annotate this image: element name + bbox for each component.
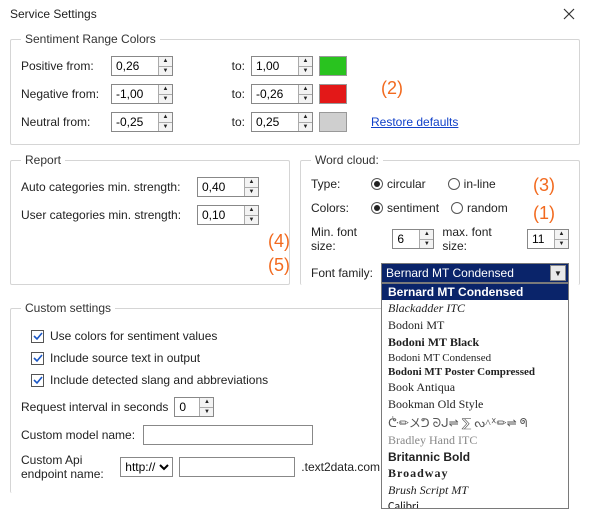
positive-from-label: Positive from: — [21, 59, 105, 73]
sentiment-group: Sentiment Range Colors Positive from: ▲▼… — [10, 32, 580, 145]
wc-type-inline-radio[interactable]: in-line — [448, 177, 496, 191]
user-cat-input[interactable]: ▲▼ — [197, 205, 259, 225]
neutral-from-label: Neutral from: — [21, 115, 105, 129]
wc-fontfamily-combo[interactable]: Bernard MT Condensed ▼ — [381, 263, 569, 283]
close-button[interactable] — [554, 4, 584, 24]
custom-legend: Custom settings — [21, 301, 115, 315]
interval-label: Request interval in seconds — [21, 400, 168, 414]
font-option[interactable]: Blackadder ITC — [382, 300, 568, 317]
font-option[interactable]: Bodoni MT Black — [382, 334, 568, 351]
wc-maxfont-label: max. font size: — [442, 225, 519, 253]
font-option[interactable]: Britannic Bold — [382, 449, 568, 465]
positive-to-input[interactable]: ▲▼ — [251, 56, 313, 76]
wordcloud-group: Word cloud: Type: circular in-line (3) C… — [300, 153, 580, 285]
neutral-from-input[interactable]: ▲▼ — [111, 112, 173, 132]
user-cat-label: User categories min. strength: — [21, 208, 191, 222]
font-option[interactable]: Brush Script MT — [382, 482, 568, 499]
wc-minfont-label: Min. font size: — [311, 225, 384, 253]
wc-minfont-input[interactable]: ▲▼ — [392, 229, 434, 249]
font-option[interactable]: Broadway — [382, 465, 568, 482]
font-option[interactable]: Bodoni MT — [382, 317, 568, 334]
api-endpoint-label: Custom Api endpoint name: — [21, 453, 114, 481]
neutral-color-swatch[interactable] — [319, 112, 347, 132]
spin-up-icon: ▲ — [159, 57, 172, 67]
font-option[interactable]: ᕩ✏〤ᕤ ᘐᒍ⇌ ⅀ ᔓ^ᕁ✏⇌ ᖗ — [382, 413, 568, 432]
api-suffix: .text2data.com — [301, 460, 380, 474]
positive-to-label: to: — [201, 59, 245, 73]
annotation-2: (2) — [381, 78, 403, 99]
chevron-down-icon: ▼ — [550, 265, 566, 281]
neutral-to-input[interactable]: ▲▼ — [251, 112, 313, 132]
font-option[interactable]: Bodoni MT Poster Compressed — [382, 365, 568, 379]
negative-to-label: to: — [201, 87, 245, 101]
wc-maxfont-input[interactable]: ▲▼ — [527, 229, 569, 249]
report-legend: Report — [21, 153, 65, 167]
font-option[interactable]: Book Antiqua — [382, 379, 568, 396]
chk-use-colors[interactable]: Use colors for sentiment values — [31, 329, 217, 343]
model-name-label: Custom model name: — [21, 428, 137, 442]
wc-type-circular-radio[interactable]: circular — [371, 177, 426, 191]
wc-colors-label: Colors: — [311, 201, 363, 215]
window-title: Service Settings — [10, 7, 97, 21]
report-group: Report Auto categories min. strength: ▲▼… — [10, 153, 290, 285]
wordcloud-legend: Word cloud: — [311, 153, 383, 167]
positive-from-input[interactable]: ▲▼ — [111, 56, 173, 76]
spin-down-icon: ▼ — [159, 67, 172, 76]
api-endpoint-input[interactable] — [179, 457, 295, 477]
font-option[interactable]: Bernard MT Condensed — [382, 284, 568, 300]
custom-group: Custom settings Use colors for sentiment… — [10, 301, 390, 493]
auto-cat-input[interactable]: ▲▼ — [197, 177, 259, 197]
wc-fontfamily-label: Font family: — [311, 266, 373, 280]
negative-to-input[interactable]: ▲▼ — [251, 84, 313, 104]
font-option[interactable]: Bookman Old Style — [382, 396, 568, 413]
font-option[interactable]: Bodoni MT Condensed — [382, 351, 568, 365]
wc-colors-sentiment-radio[interactable]: sentiment — [371, 201, 439, 215]
annotation-3: (3) — [533, 175, 555, 196]
sentiment-legend: Sentiment Range Colors — [21, 32, 160, 46]
model-name-input[interactable] — [143, 425, 313, 445]
api-protocol-select[interactable]: http:// — [120, 457, 173, 477]
neutral-to-label: to: — [201, 115, 245, 129]
wc-fontfamily-list[interactable]: Bernard MT CondensedBlackadder ITCBodoni… — [381, 283, 569, 509]
font-option[interactable]: Calibri — [382, 499, 568, 509]
chk-include-source[interactable]: Include source text in output — [31, 351, 200, 365]
interval-input[interactable]: ▲▼ — [174, 397, 214, 417]
wc-type-label: Type: — [311, 177, 363, 191]
font-option[interactable]: Bradley Hand ITC — [382, 432, 568, 449]
chk-include-slang[interactable]: Include detected slang and abbreviations — [31, 373, 268, 387]
restore-defaults-link[interactable]: Restore defaults — [371, 115, 458, 129]
wc-colors-random-radio[interactable]: random — [451, 201, 508, 215]
negative-color-swatch[interactable] — [319, 84, 347, 104]
negative-from-input[interactable]: ▲▼ — [111, 84, 173, 104]
positive-color-swatch[interactable] — [319, 56, 347, 76]
negative-from-label: Negative from: — [21, 87, 105, 101]
auto-cat-label: Auto categories min. strength: — [21, 180, 191, 194]
annotation-1: (1) — [533, 203, 555, 224]
